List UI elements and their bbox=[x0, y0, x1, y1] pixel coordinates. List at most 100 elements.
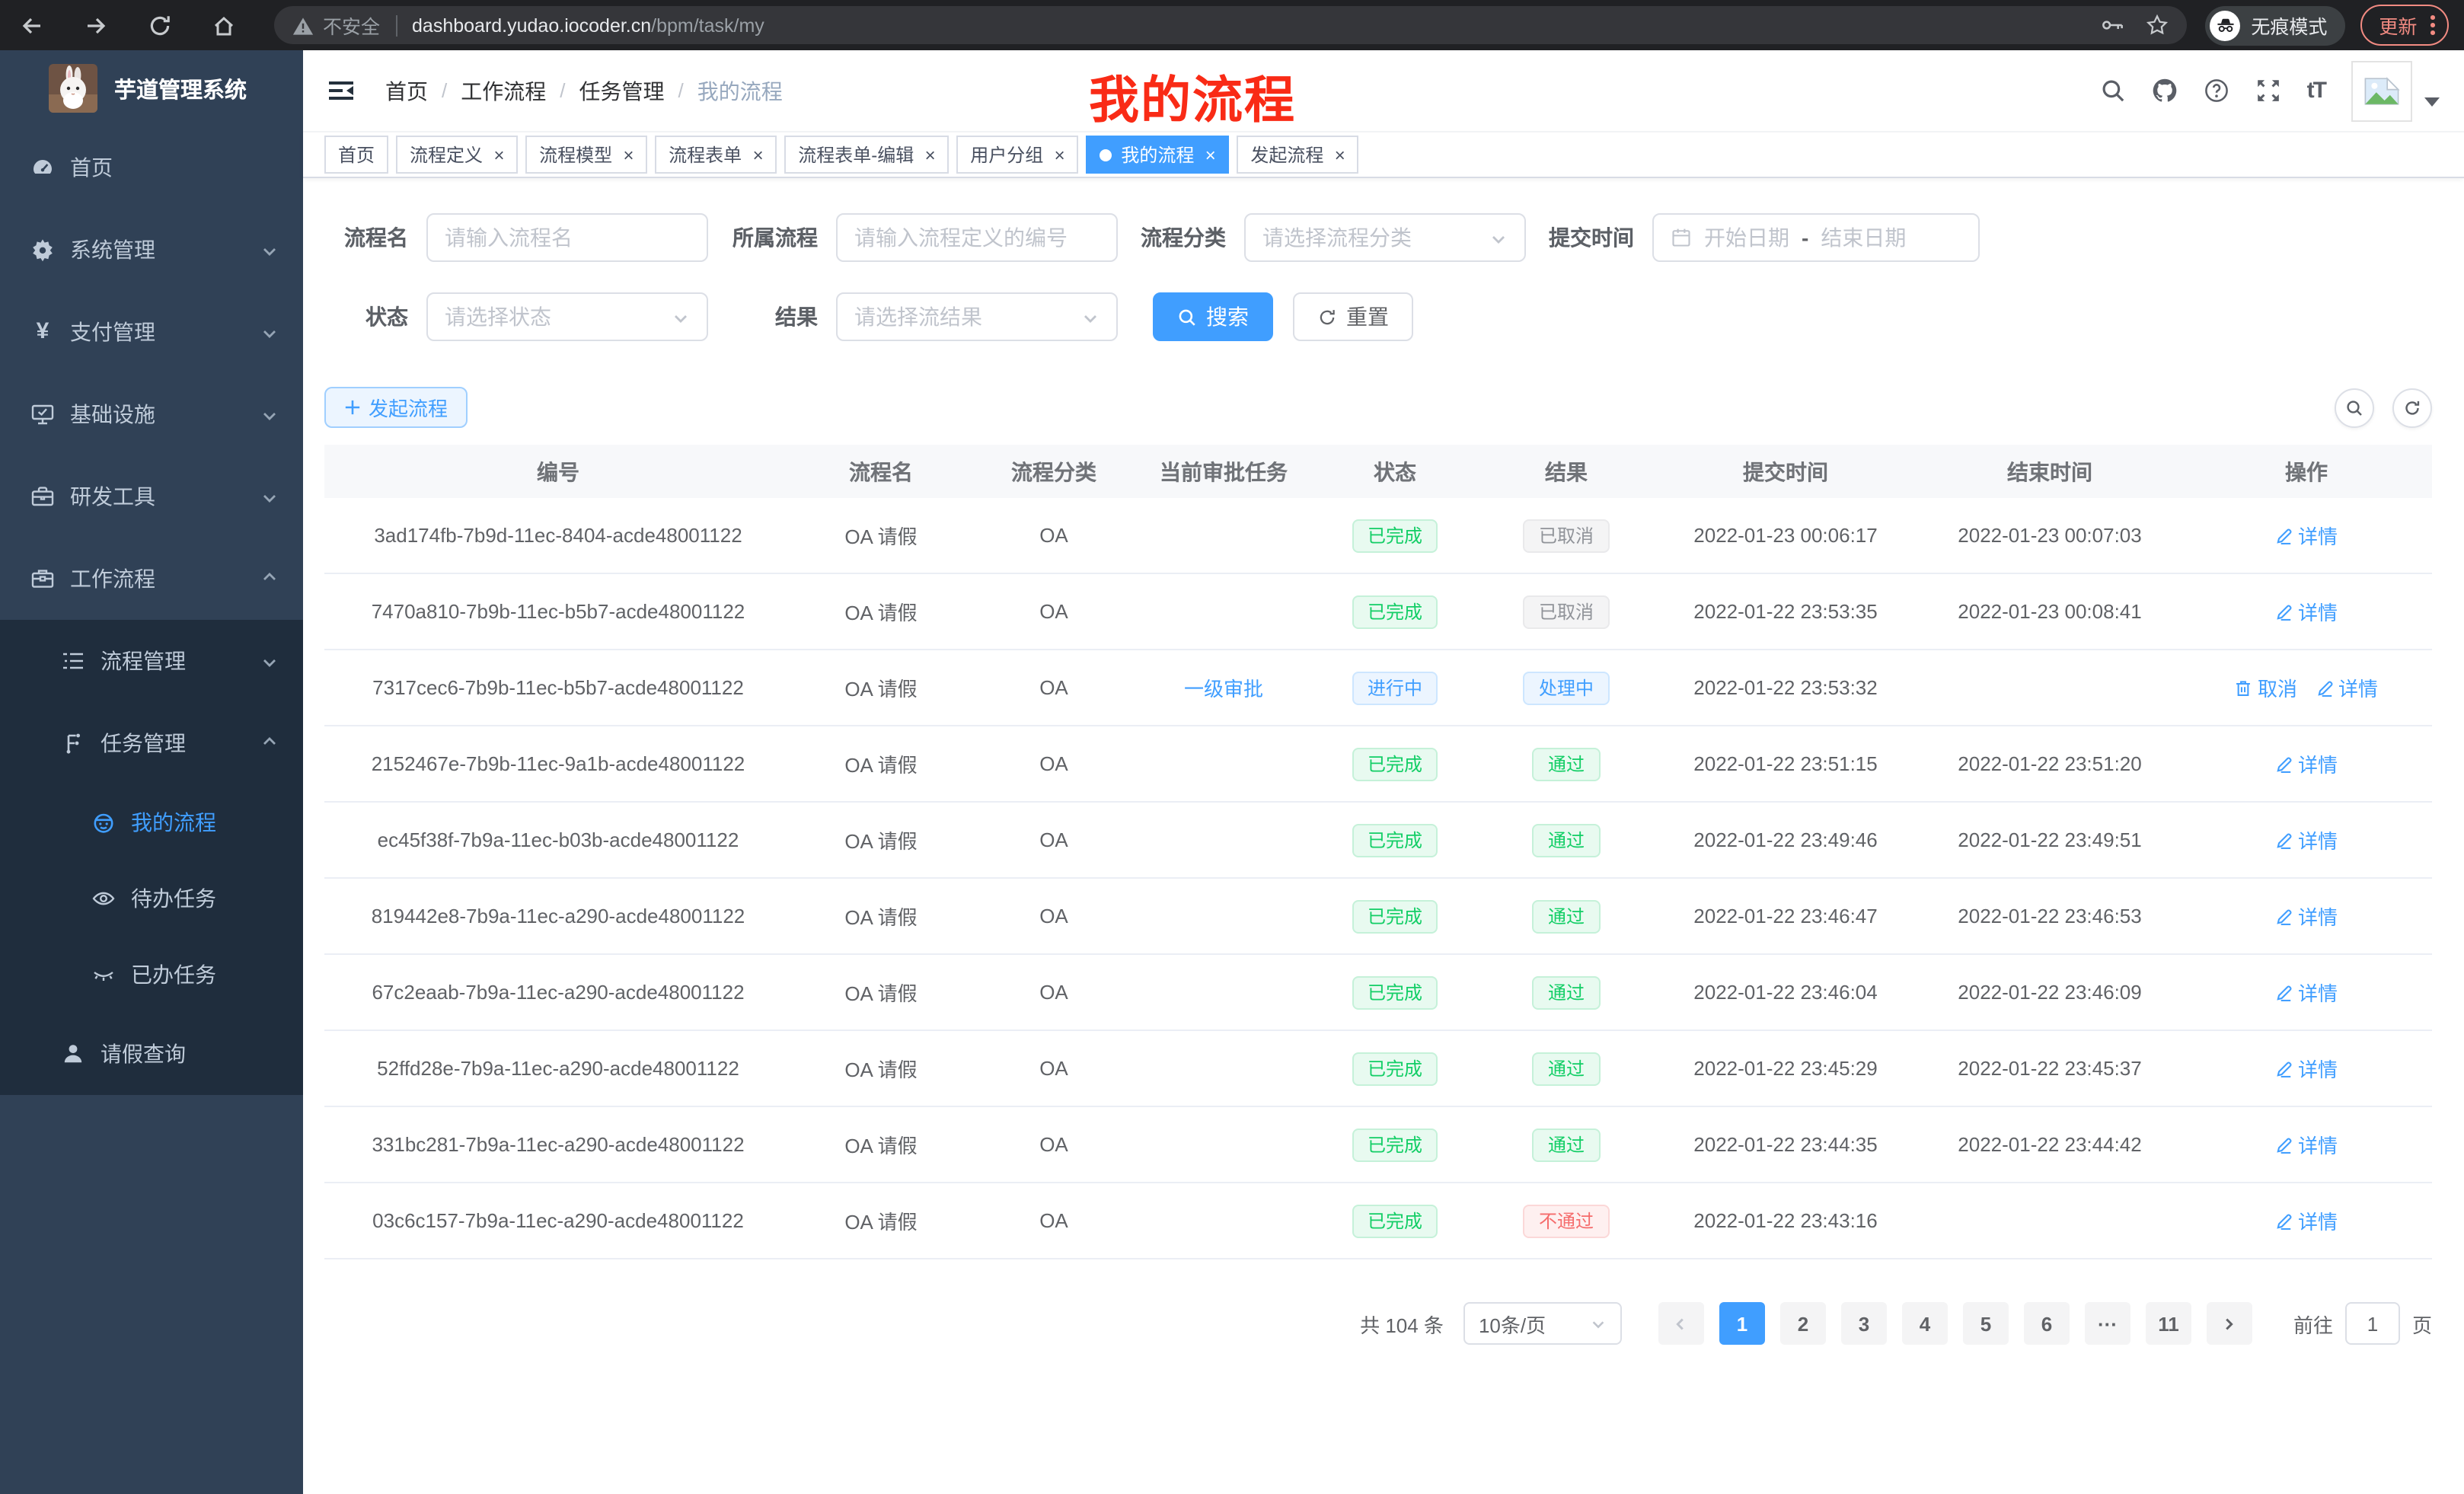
sidebar-item-my-process[interactable]: 我的流程 bbox=[0, 784, 303, 860]
back-icon[interactable] bbox=[18, 12, 44, 38]
close-icon[interactable]: × bbox=[924, 145, 935, 164]
date-range-picker[interactable]: 开始日期 - 结束日期 bbox=[1652, 213, 1980, 262]
toggle-search-button[interactable] bbox=[2335, 388, 2374, 427]
detail-link[interactable]: 详情 bbox=[2275, 521, 2338, 550]
github-icon[interactable] bbox=[2152, 78, 2178, 104]
cell-end-time bbox=[1919, 650, 2181, 726]
cancel-link[interactable]: 取消 bbox=[2235, 673, 2297, 702]
close-icon[interactable]: × bbox=[493, 145, 504, 164]
sidebar-item-todo-tasks[interactable]: 待办任务 bbox=[0, 860, 303, 937]
star-icon[interactable] bbox=[2146, 14, 2169, 37]
refresh-table-button[interactable] bbox=[2392, 388, 2432, 427]
tab-process-form[interactable]: 流程表单× bbox=[655, 136, 777, 174]
page-button-···[interactable]: ··· bbox=[2085, 1302, 2130, 1345]
sidebar-item-infrastructure[interactable]: 基础设施 bbox=[0, 373, 303, 455]
reset-button[interactable]: 重置 bbox=[1293, 292, 1413, 341]
font-size-icon[interactable]: tT bbox=[2307, 78, 2325, 104]
hamburger-icon[interactable] bbox=[315, 78, 367, 104]
page-size-select[interactable]: 10条/页 bbox=[1463, 1302, 1622, 1345]
close-icon[interactable]: × bbox=[1205, 145, 1215, 164]
tab-process-definition[interactable]: 流程定义× bbox=[396, 136, 518, 174]
sidebar-item-payment[interactable]: ¥支付管理 bbox=[0, 291, 303, 373]
next-page-button[interactable] bbox=[2207, 1302, 2252, 1345]
detail-link[interactable]: 详情 bbox=[2275, 597, 2338, 626]
cell-end-time bbox=[1919, 1183, 2181, 1259]
sidebar-item-process-mgmt[interactable]: 流程管理 bbox=[0, 620, 303, 702]
update-button[interactable]: 更新 bbox=[2360, 5, 2449, 46]
tab-process-model[interactable]: 流程模型× bbox=[525, 136, 647, 174]
sidebar-item-home[interactable]: 首页 bbox=[0, 126, 303, 209]
cell-task bbox=[1138, 498, 1310, 573]
create-process-button[interactable]: 发起流程 bbox=[324, 387, 468, 428]
category-filter-select[interactable]: 请选择流程分类 bbox=[1244, 213, 1526, 262]
tab-my-process[interactable]: 我的流程× bbox=[1086, 136, 1229, 174]
page-button-6[interactable]: 6 bbox=[2024, 1302, 2070, 1345]
close-icon[interactable]: × bbox=[1334, 145, 1345, 164]
goto-page-input[interactable] bbox=[2345, 1302, 2400, 1345]
page-button-2[interactable]: 2 bbox=[1780, 1302, 1826, 1345]
detail-link[interactable]: 详情 bbox=[2275, 978, 2338, 1007]
breadcrumb-item[interactable]: 首页 bbox=[385, 75, 428, 106]
tab-label: 流程表单-编辑 bbox=[798, 142, 914, 168]
home-icon[interactable] bbox=[210, 12, 236, 38]
close-icon[interactable]: × bbox=[752, 145, 763, 164]
key-icon[interactable] bbox=[2102, 14, 2124, 37]
reload-icon[interactable] bbox=[146, 12, 172, 38]
column-header: 编号 bbox=[324, 445, 792, 498]
detail-link[interactable]: 详情 bbox=[2316, 673, 2378, 702]
page-button-5[interactable]: 5 bbox=[1963, 1302, 2009, 1345]
close-icon[interactable]: × bbox=[1054, 145, 1064, 164]
page-button-1[interactable]: 1 bbox=[1719, 1302, 1765, 1345]
detail-link[interactable]: 详情 bbox=[2275, 902, 2338, 931]
security-label[interactable]: 不安全 bbox=[323, 11, 380, 40]
face-icon bbox=[91, 810, 116, 835]
sidebar-item-dev-tools[interactable]: 研发工具 bbox=[0, 455, 303, 538]
cell-end-time: 2022-01-23 00:08:41 bbox=[1919, 573, 2181, 650]
page-button-3[interactable]: 3 bbox=[1841, 1302, 1887, 1345]
process-filter-input[interactable]: 请输入流程定义的编号 bbox=[836, 213, 1118, 262]
result-filter-select[interactable]: 请选择流结果 bbox=[836, 292, 1118, 341]
sidebar-logo[interactable]: 芋道管理系统 bbox=[0, 50, 303, 126]
edit-icon bbox=[2275, 831, 2293, 849]
tab-process-form-edit[interactable]: 流程表单-编辑 × bbox=[784, 136, 949, 174]
search-button[interactable]: 搜索 bbox=[1153, 292, 1273, 341]
sidebar-item-task-mgmt[interactable]: 任务管理 bbox=[0, 702, 303, 784]
forward-icon[interactable] bbox=[82, 12, 108, 38]
detail-link[interactable]: 详情 bbox=[2275, 1206, 2338, 1235]
detail-link[interactable]: 详情 bbox=[2275, 1054, 2338, 1083]
sidebar-item-workflow[interactable]: 工作流程 bbox=[0, 538, 303, 620]
detail-link[interactable]: 详情 bbox=[2275, 749, 2338, 778]
sidebar-item-leave-query[interactable]: 请假查询 bbox=[0, 1013, 303, 1095]
breadcrumb-item[interactable]: 任务管理 bbox=[579, 75, 665, 106]
status-filter-select[interactable]: 请选择状态 bbox=[426, 292, 708, 341]
fullscreen-icon[interactable] bbox=[2255, 78, 2281, 104]
sidebar-item-label: 研发工具 bbox=[70, 481, 155, 512]
detail-link[interactable]: 详情 bbox=[2275, 1130, 2338, 1159]
result-badge: 通过 bbox=[1533, 747, 1600, 781]
task-link[interactable]: 一级审批 bbox=[1184, 678, 1263, 701]
detail-link[interactable]: 详情 bbox=[2275, 825, 2338, 854]
sidebar-item-done-tasks[interactable]: 已办任务 bbox=[0, 937, 303, 1013]
status-badge: 已完成 bbox=[1352, 1128, 1438, 1161]
sidebar-item-system[interactable]: 系统管理 bbox=[0, 209, 303, 291]
page-button-4[interactable]: 4 bbox=[1902, 1302, 1948, 1345]
search-icon[interactable] bbox=[2100, 78, 2126, 104]
breadcrumb-item[interactable]: 工作流程 bbox=[461, 75, 546, 106]
prev-page-button[interactable] bbox=[1658, 1302, 1704, 1345]
close-icon[interactable]: × bbox=[623, 145, 634, 164]
question-icon[interactable] bbox=[2204, 78, 2229, 104]
tab-home[interactable]: 首页 bbox=[324, 136, 388, 174]
avatar[interactable] bbox=[2351, 60, 2412, 121]
name-filter-input[interactable]: 请输入流程名 bbox=[426, 213, 708, 262]
cell-name: OA 请假 bbox=[792, 498, 970, 573]
address-bar[interactable]: 不安全 dashboard.yudao.iocoder.cn /bpm/task… bbox=[274, 6, 2187, 44]
page-button-11[interactable]: 11 bbox=[2146, 1302, 2191, 1345]
caret-down-icon[interactable] bbox=[2424, 97, 2440, 106]
tab-user-group[interactable]: 用户分组× bbox=[956, 136, 1078, 174]
cell-name: OA 请假 bbox=[792, 650, 970, 726]
dots-vertical-icon[interactable] bbox=[2430, 15, 2435, 36]
gear-icon bbox=[30, 238, 55, 262]
update-label: 更新 bbox=[2379, 11, 2417, 40]
tab-start-process[interactable]: 发起流程× bbox=[1237, 136, 1358, 174]
table-row: 3ad174fb-7b9d-11ec-8404-acde48001122OA 请… bbox=[324, 498, 2432, 573]
